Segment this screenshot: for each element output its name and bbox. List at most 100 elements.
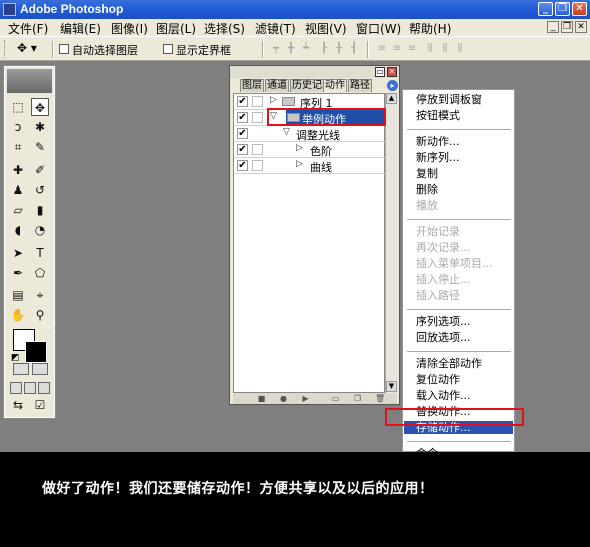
lasso-tool-icon[interactable]: ↄ — [9, 118, 27, 136]
screen-mode-full-button[interactable] — [38, 382, 50, 394]
expand-triangle-icon[interactable]: ▷ — [296, 143, 303, 153]
collapse-triangle-icon[interactable]: ▽ — [283, 127, 290, 137]
distribute-top-icon[interactable]: ≡ — [376, 43, 388, 56]
menu-item[interactable]: 新动作... — [416, 135, 460, 148]
marquee-tool-icon[interactable]: ⬚ — [9, 98, 27, 116]
eraser-tool-icon[interactable]: ▱ — [9, 201, 27, 219]
toggle-item-checkbox[interactable]: ✔ — [237, 144, 248, 155]
standard-mode-button[interactable] — [13, 363, 29, 375]
align-left-icon[interactable]: ┠ — [318, 43, 330, 56]
menu-window[interactable]: 窗口(W) — [356, 20, 401, 37]
document-restore-button[interactable]: ❐ — [561, 21, 573, 33]
palette-minimize-button[interactable]: ▭ — [375, 67, 385, 77]
pen-tool-icon[interactable]: ✒ — [9, 264, 27, 282]
show-bounding-box-checkbox[interactable] — [163, 44, 173, 54]
menu-image[interactable]: 图像(I) — [111, 20, 148, 37]
menu-view[interactable]: 视图(V) — [305, 20, 347, 37]
action-step-row[interactable]: ✔ ▷ 色阶 — [234, 142, 385, 158]
record-icon[interactable]: ● — [279, 394, 288, 403]
stop-icon[interactable]: ■ — [257, 394, 266, 403]
distribute-hcenter-icon[interactable]: ⫼ — [439, 43, 451, 56]
crop-tool-icon[interactable]: ⌗ — [9, 138, 27, 156]
quick-mask-mode-button[interactable] — [32, 363, 48, 375]
eyedropper-tool-icon[interactable]: ⌖ — [31, 286, 49, 304]
tool-preset-picker[interactable]: ✥ ▾ — [17, 41, 37, 55]
actions-scrollbar[interactable]: ▲ ▼ — [385, 93, 397, 393]
restore-button[interactable]: ❐ — [555, 2, 570, 16]
align-right-icon[interactable]: ┨ — [348, 43, 360, 56]
dodge-tool-icon[interactable]: ◔ — [31, 221, 49, 239]
gradient-tool-icon[interactable]: ▮ — [31, 201, 49, 219]
distribute-right-icon[interactable]: ⫼ — [454, 43, 466, 56]
palette-close-button[interactable]: ✕ — [387, 67, 397, 77]
clone-stamp-tool-icon[interactable]: ♟ — [9, 181, 27, 199]
type-tool-icon[interactable]: T — [31, 244, 49, 262]
toggle-item-checkbox[interactable]: ✔ — [237, 96, 248, 107]
tab-paths[interactable]: 路径 — [348, 79, 372, 92]
menu-item[interactable]: 删除 — [416, 183, 438, 196]
menu-file[interactable]: 文件(F) — [8, 20, 48, 37]
palette-title-bar[interactable]: ▭ ✕ — [230, 66, 399, 78]
new-set-icon[interactable]: ▭ — [331, 394, 340, 403]
distribute-bottom-icon[interactable]: ≡ — [406, 43, 418, 56]
toggle-item-checkbox[interactable]: ✔ — [237, 112, 248, 123]
feather-logo-icon[interactable] — [7, 69, 52, 93]
healing-brush-tool-icon[interactable]: ✚ — [9, 161, 27, 179]
expand-triangle-icon[interactable]: ▷ — [270, 95, 277, 105]
menu-item[interactable]: 按钮模式 — [416, 109, 460, 122]
action-step-row[interactable]: ✔ ▷ 曲线 — [234, 158, 385, 174]
toggle-item-checkbox[interactable]: ✔ — [237, 160, 248, 171]
palette-menu-arrow-icon[interactable]: ▸ — [387, 80, 398, 91]
menu-item[interactable]: 清除全部动作 — [416, 357, 482, 370]
toggle-dialog-checkbox[interactable] — [252, 96, 263, 107]
minimize-button[interactable]: _ — [538, 2, 553, 16]
default-colors-icon[interactable]: ◩ — [11, 353, 20, 363]
close-button[interactable]: ✕ — [572, 2, 587, 16]
distribute-vcenter-icon[interactable]: ≡ — [391, 43, 403, 56]
menu-item[interactable]: 复位动作 — [416, 373, 460, 386]
blur-tool-icon[interactable]: ◖ — [9, 221, 27, 239]
screen-mode-standard-button[interactable] — [10, 382, 22, 394]
auto-select-layer-checkbox[interactable] — [59, 44, 69, 54]
distribute-left-icon[interactable]: ⫼ — [424, 43, 436, 56]
document-minimize-button[interactable]: _ — [547, 21, 559, 33]
hand-tool-icon[interactable]: ✋ — [9, 306, 27, 324]
notes-tool-icon[interactable]: ▤ — [9, 286, 27, 304]
menu-filter[interactable]: 滤镜(T) — [255, 20, 296, 37]
toggle-dialog-checkbox[interactable] — [252, 112, 263, 123]
menu-layer[interactable]: 图层(L) — [156, 20, 196, 37]
menu-item[interactable]: 序列选项... — [416, 315, 471, 328]
toggle-dialog-checkbox[interactable] — [252, 144, 263, 155]
scroll-down-icon[interactable]: ▼ — [386, 381, 397, 392]
jump-to-imageready-icon[interactable]: ⇆ — [9, 396, 27, 414]
toggle-dialog-checkbox[interactable] — [252, 160, 263, 171]
path-selection-tool-icon[interactable]: ➤ — [9, 244, 27, 262]
trash-icon[interactable]: 🗑 — [375, 394, 385, 403]
menu-item[interactable]: 载入动作... — [416, 389, 471, 402]
action-row[interactable]: ✔ ▽ 调整光线 — [234, 126, 385, 142]
menu-item[interactable]: 复制 — [416, 167, 438, 180]
menu-select[interactable]: 选择(S) — [204, 20, 245, 37]
screen-mode-full-menu-button[interactable] — [24, 382, 36, 394]
align-top-icon[interactable]: ┯ — [270, 43, 282, 56]
tab-layers[interactable]: 图层 — [240, 79, 264, 92]
align-bottom-icon[interactable]: ┷ — [300, 43, 312, 56]
background-color-swatch[interactable] — [25, 341, 47, 363]
history-brush-tool-icon[interactable]: ↺ — [31, 181, 49, 199]
play-icon[interactable]: ▶ — [301, 394, 310, 403]
expand-triangle-icon[interactable]: ▷ — [296, 159, 303, 169]
edit-in-imageready-icon[interactable]: ☑ — [31, 396, 49, 414]
move-tool-icon[interactable]: ✥ — [31, 98, 49, 116]
scroll-up-icon[interactable]: ▲ — [386, 93, 397, 104]
magic-wand-tool-icon[interactable]: ✱ — [31, 118, 49, 136]
document-close-button[interactable]: ✕ — [575, 21, 587, 33]
align-hcenter-icon[interactable]: ╂ — [333, 43, 345, 56]
brush-tool-icon[interactable]: ✐ — [31, 161, 49, 179]
shape-tool-icon[interactable]: ⬠ — [31, 264, 49, 282]
toggle-item-checkbox[interactable]: ✔ — [237, 128, 248, 139]
menu-item[interactable]: 回放选项... — [416, 331, 471, 344]
options-bar-grip[interactable] — [4, 40, 7, 58]
menu-item[interactable]: 停放到调板窗 — [416, 93, 482, 106]
menu-help[interactable]: 帮助(H) — [409, 20, 451, 37]
menu-edit[interactable]: 编辑(E) — [60, 20, 101, 37]
